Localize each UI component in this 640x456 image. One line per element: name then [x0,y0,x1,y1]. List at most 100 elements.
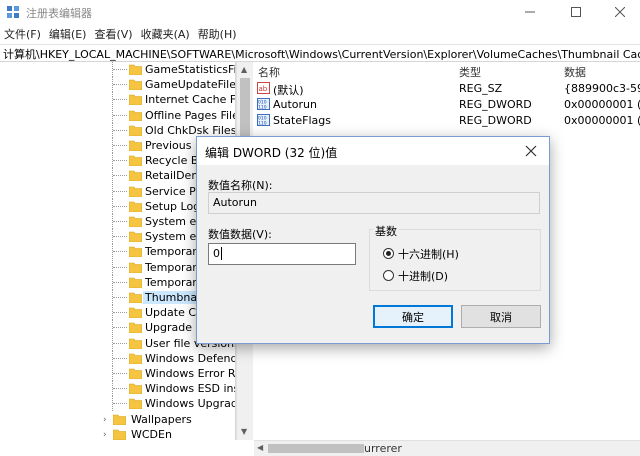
folder-icon [128,277,143,289]
folder-icon [128,94,143,106]
value-data-input[interactable]: 0 [208,243,356,265]
tree-item[interactable]: Windows Error Re [0,366,236,381]
tree-horizontal-area [0,440,236,456]
tree-guide [113,129,127,131]
tree-item-label: GameStatisticsFile [145,63,235,76]
radix-dec-label[interactable]: 十进制(D) [398,268,448,284]
folder-icon [128,353,143,365]
tree-guide [113,312,127,314]
value-type: REG_SZ [459,82,503,95]
tree-item[interactable]: GameUpdateFiles [0,77,236,93]
binary-value-icon: 010 110 [257,98,270,111]
menu-favorites[interactable]: 收藏夹(A) [139,26,196,42]
tree-item[interactable]: › WCDEn [0,427,235,440]
tree-guide [113,114,127,116]
hscroll-thumb[interactable] [268,444,364,453]
tree-item[interactable]: Internet Cache Fil [0,92,235,108]
dialog-close-button[interactable] [523,143,539,159]
value-data-label: 数值数据(V): [208,228,272,241]
tree-item-label: Wallpapers [131,412,192,426]
tree-item-label: Old ChkDsk Files [145,123,236,137]
scroll-up-icon[interactable]: ▲ [241,65,247,74]
tree-item[interactable]: GameStatisticsFile [0,62,235,77]
cancel-button[interactable]: 取消 [461,305,541,328]
tree-item[interactable]: › Wallpapers [0,412,235,427]
folder-icon [128,125,143,137]
tree-item[interactable]: Windows ESD ins [0,381,235,397]
ok-button[interactable]: 确定 [373,305,453,328]
folder-icon [128,292,143,304]
value-name: Autorun [273,98,318,111]
header-name[interactable]: 名称 [258,64,280,80]
folder-icon [128,170,143,182]
tree-item-label: WCDEn [131,427,172,440]
folder-icon [128,368,143,380]
radix-dec-radio[interactable] [383,270,394,281]
folder-icon [128,216,143,228]
header-type[interactable]: 类型 [459,64,481,80]
maximize-icon [571,7,581,17]
dialog-title-bar[interactable]: 编辑 DWORD (32 位)值 [197,137,549,165]
minimize-button[interactable] [508,0,552,24]
minimize-icon [525,11,535,13]
tree-guide [113,327,127,329]
maximize-button[interactable] [554,0,598,24]
tree-item[interactable]: Windows Defende [0,350,236,366]
menu-edit[interactable]: 编辑(E) [47,26,93,42]
menu-view[interactable]: 查看(V) [92,26,138,42]
header-data[interactable]: 数据 [564,64,586,80]
tree-guide [113,266,127,268]
folder-icon [128,338,143,349]
value-name-field: Autorun [208,192,540,214]
expand-chevron-icon[interactable]: › [103,415,107,425]
value-type: REG_DWORD [459,114,532,127]
value-data: {889900c3-59 [564,82,640,95]
tree-item-label: Recycle Bi [145,154,202,168]
value-data: 0x00000001 (1 [564,98,640,111]
dialog-title: 编辑 DWORD (32 位)值 [205,146,338,160]
tree-guide [113,84,127,86]
folder-icon [128,140,143,152]
svg-text:ab: ab [259,85,268,93]
tree-guide [113,342,127,344]
tree-guide [113,357,127,359]
folder-icon [128,64,143,76]
value-name: StateFlags [273,114,331,127]
tree-item-label: Previous Ir [145,139,203,152]
tree-guide [113,190,127,192]
scroll-left-icon[interactable]: ◀ [257,443,263,452]
list-horizontal-scrollbar[interactable]: ◀ urrerer [254,440,640,456]
folder-icon [128,79,143,91]
menu-help[interactable]: 帮助(H) [196,26,243,42]
regedit-window: 注册表编辑器 文件(F) 编辑(E) 查看(V) 收藏夹(A) 帮助(H) 计算… [0,0,640,456]
folder-icon [128,201,143,213]
tree-item-label: Windows Defende [145,351,236,365]
folder-icon [112,429,127,440]
tree-guide [113,297,127,298]
tree-item[interactable]: Offline Pages File [0,107,236,123]
expand-chevron-icon[interactable]: › [103,430,107,440]
tree-item[interactable]: Windows Upgrad [0,396,235,412]
scroll-down-icon[interactable]: ▼ [241,427,247,436]
tree-guide [113,281,127,283]
folder-icon [128,246,143,258]
tree-item-label: Temporary [145,260,204,274]
radix-hex-label[interactable]: 十六进制(H) [398,246,459,262]
tree-item-label: GameUpdateFiles [145,78,236,92]
close-button[interactable] [600,0,640,24]
value-type: REG_DWORD [459,98,532,111]
tree-item-label: Offline Pages File [145,108,236,122]
radix-label: 基数 [373,223,399,239]
table-row[interactable]: 010 110 StateFlags REG_DWORD 0x00000001 (1 [254,112,640,128]
title-bar[interactable]: 注册表编辑器 [0,0,640,24]
table-row[interactable]: ab (默认) REG_SZ {889900c3-59 [254,80,640,97]
folder-icon [112,414,127,425]
table-row[interactable]: 010 110 Autorun REG_DWORD 0x00000001 (1 [254,96,640,112]
address-bar[interactable]: 计算机\HKEY_LOCAL_MACHINE\SOFTWARE\Microsof… [0,44,640,62]
tree-guide [113,388,127,390]
radix-hex-radio[interactable] [383,248,394,259]
tree-item-label: Windows Error Re [145,367,236,380]
menu-file[interactable]: 文件(F) [2,26,47,42]
folder-icon [128,186,143,197]
tree-guide [113,175,127,177]
